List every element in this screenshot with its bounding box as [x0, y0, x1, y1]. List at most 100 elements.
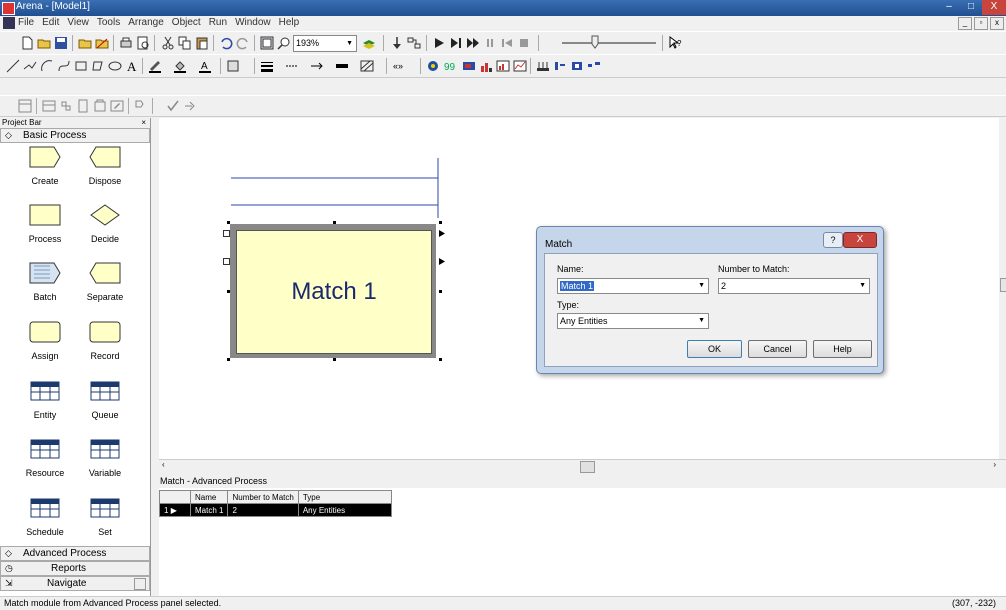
cell-number-to-match[interactable]: 2 — [227, 503, 299, 517]
clock-icon[interactable] — [426, 59, 440, 73]
table-row[interactable]: 1 ▶ Match 1 2 Any Entities — [159, 503, 392, 517]
slider-thumb[interactable] — [588, 35, 602, 49]
chevron-down-icon[interactable]: ▼ — [698, 279, 705, 293]
print-preview-icon[interactable] — [136, 36, 150, 50]
dialog-close-button[interactable]: X — [843, 232, 877, 248]
text-icon[interactable]: A — [125, 59, 139, 73]
module-resource[interactable]: Resource — [15, 438, 75, 478]
view-region-icon[interactable] — [260, 36, 274, 50]
cancel-button[interactable]: Cancel — [748, 340, 807, 358]
chevron-down-icon[interactable]: ▼ — [698, 314, 705, 328]
dialog-help-button[interactable]: ? — [823, 232, 843, 248]
chevron-down-icon[interactable]: ▼ — [859, 279, 866, 293]
layout-icon[interactable] — [18, 99, 32, 113]
minimize-button[interactable]: – — [938, 0, 960, 15]
text-color-icon[interactable]: A — [198, 59, 212, 73]
template-detach-icon[interactable] — [95, 36, 109, 50]
doc-minimize-button[interactable]: _ — [958, 17, 972, 30]
help-button[interactable]: Help — [813, 340, 872, 358]
selection-handle[interactable] — [439, 358, 442, 361]
glue-icon[interactable] — [93, 99, 107, 113]
module-assign[interactable]: Assign — [15, 321, 75, 361]
cell-type[interactable]: Any Entities — [297, 503, 392, 517]
menu-window[interactable]: Window — [235, 17, 271, 28]
plot-icon[interactable] — [513, 59, 527, 73]
seize-icon[interactable] — [570, 59, 584, 73]
module-variable[interactable]: Variable — [75, 438, 135, 478]
zoom-icon[interactable] — [277, 36, 291, 50]
exit-point-icon[interactable] — [439, 258, 446, 265]
smart-connect-icon[interactable] — [407, 36, 421, 50]
background-color-icon[interactable] — [226, 59, 240, 73]
polygon-icon[interactable] — [91, 59, 105, 73]
line-color-icon[interactable] — [148, 59, 162, 73]
copy-icon[interactable] — [178, 36, 192, 50]
menu-arrange[interactable]: Arrange — [128, 17, 164, 28]
module-process[interactable]: Process — [15, 204, 75, 244]
menu-run[interactable]: Run — [209, 17, 227, 28]
column-header-number-to-match[interactable]: Number to Match — [227, 490, 299, 504]
grid-icon[interactable] — [42, 99, 56, 113]
fill-pattern-icon[interactable] — [360, 59, 374, 73]
horizontal-scrollbar[interactable]: ‹ › — [159, 459, 1006, 473]
number-to-match-combobox[interactable]: 2 ▼ — [718, 278, 870, 294]
fill-color-icon[interactable] — [173, 59, 187, 73]
module-batch[interactable]: Batch — [15, 262, 75, 302]
paste-icon[interactable] — [195, 36, 209, 50]
global-icon[interactable] — [496, 59, 510, 73]
queue-icon[interactable] — [536, 59, 550, 73]
line-pattern-icon[interactable] — [335, 59, 349, 73]
print-icon[interactable] — [119, 36, 133, 50]
page-breaks-icon[interactable] — [76, 99, 90, 113]
step-icon[interactable] — [449, 36, 463, 50]
ellipse-icon[interactable] — [108, 59, 122, 73]
zoom-select[interactable]: 193% ▼ — [293, 35, 357, 52]
undo-icon[interactable] — [219, 36, 233, 50]
doc-restore-button[interactable]: ▫ — [974, 17, 988, 30]
module-set[interactable]: Set — [75, 497, 135, 537]
panel-basic-process[interactable]: ◇ Basic Process — [0, 128, 150, 143]
maximize-button[interactable]: □ — [960, 0, 982, 15]
bezier-icon[interactable] — [57, 59, 71, 73]
animate-connector-icon[interactable] — [183, 99, 197, 113]
project-bar-close-icon[interactable]: × — [141, 118, 146, 128]
column-header-type[interactable]: Type — [297, 490, 392, 504]
start-over-icon[interactable] — [500, 36, 514, 50]
menu-tools[interactable]: Tools — [97, 17, 120, 28]
panel-advanced-process[interactable]: ◇ Advanced Process — [0, 546, 150, 561]
storage-icon[interactable] — [553, 59, 567, 73]
ok-button[interactable]: OK — [687, 340, 742, 358]
menu-edit[interactable]: Edit — [42, 17, 59, 28]
module-schedule[interactable]: Schedule — [15, 497, 75, 537]
histogram-icon[interactable] — [479, 59, 493, 73]
exit-point-icon[interactable] — [439, 230, 446, 237]
document-icon[interactable] — [3, 17, 15, 29]
polyline-icon[interactable] — [23, 59, 37, 73]
module-dispose[interactable]: Dispose — [75, 146, 135, 186]
redo-icon[interactable] — [236, 36, 250, 50]
run-icon[interactable] — [432, 36, 446, 50]
menu-file[interactable]: File — [18, 17, 34, 28]
fast-forward-icon[interactable] — [466, 36, 480, 50]
line-icon[interactable] — [6, 59, 20, 73]
open-folder-icon[interactable] — [37, 36, 51, 50]
menu-object[interactable]: Object — [172, 17, 201, 28]
show-dimensions-icon[interactable]: «» — [392, 59, 406, 73]
row-number[interactable]: 1 ▶ — [159, 503, 191, 517]
selection-handle[interactable] — [333, 221, 336, 224]
template-attach-icon[interactable] — [78, 36, 92, 50]
variable-icon[interactable]: 99 — [443, 59, 457, 73]
pause-icon[interactable] — [483, 36, 497, 50]
submodel-icon[interactable] — [134, 99, 148, 113]
parking-icon[interactable] — [587, 59, 601, 73]
arc-icon[interactable] — [40, 59, 54, 73]
layers-icon[interactable] — [362, 36, 376, 50]
check-model-icon[interactable] — [166, 99, 180, 113]
box-icon[interactable] — [74, 59, 88, 73]
selection-handle[interactable] — [439, 221, 442, 224]
module-queue[interactable]: Queue — [75, 380, 135, 420]
menu-view[interactable]: View — [67, 17, 89, 28]
run-speed-slider[interactable] — [562, 42, 656, 44]
horizontal-scroll-thumb[interactable] — [580, 461, 595, 473]
context-help-icon[interactable]: ? — [668, 36, 682, 50]
